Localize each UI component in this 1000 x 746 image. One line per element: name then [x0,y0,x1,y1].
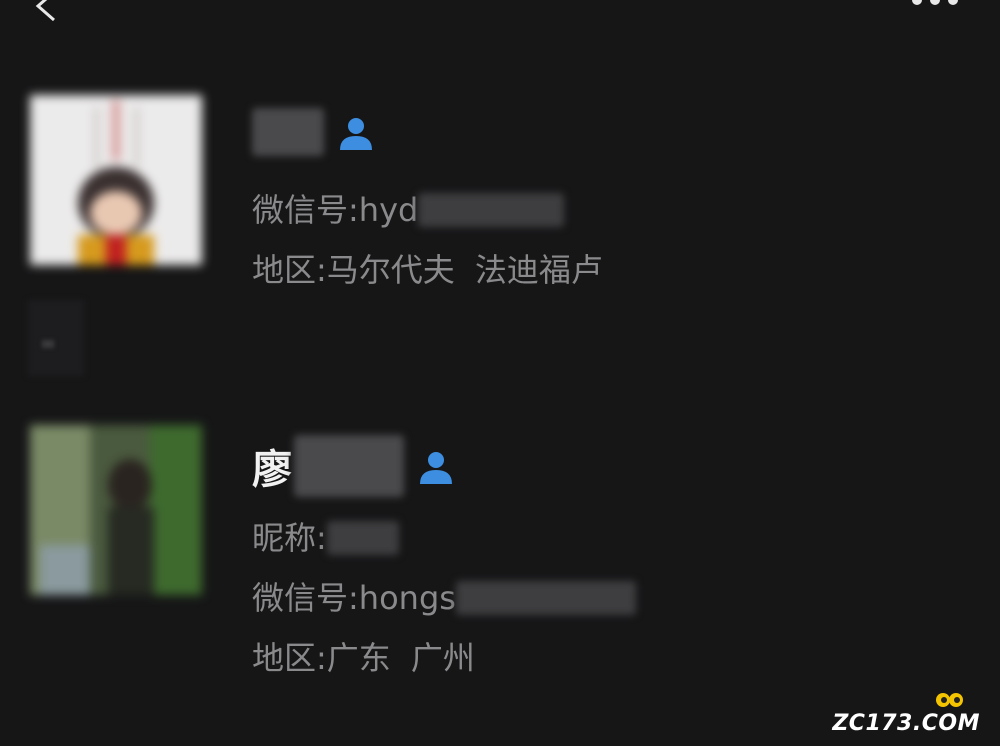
blurred-dot [42,340,54,348]
wechat-id-label: 微信号: [252,191,359,229]
region-city: 广州 [410,639,475,677]
contact-1-avatar[interactable] [30,95,202,265]
contact-person-icon [340,118,372,150]
region-country: 广东 [326,639,391,677]
contact-2-info: 廖 昵称: 微信号: hongs 地区: 广东 广州 [252,435,636,688]
watermark-logo: ZC173 .C O M [832,693,980,736]
nickname-redacted [326,521,399,555]
contact-2-name-line: 廖 [252,435,636,497]
more-dots-icon[interactable] [910,0,960,8]
contact-2-name: 廖 [252,447,292,493]
watermark-text-main: ZC173 [832,711,913,736]
watermark-o: O [936,693,964,736]
wechat-id-label: 微信号: [252,579,359,617]
wechat-id-redacted [418,193,565,227]
contact-2-region-row: 地区: 广东 广州 [252,628,636,688]
contact-1-wechat-row: 微信号: hyd [252,180,603,240]
watermark-text-m: M [957,711,980,736]
contact-1-name-line [252,102,603,162]
contact-1-name-redacted [252,108,324,156]
region-city: 法迪福卢 [474,251,603,289]
wechat-id-value: hongs [358,579,456,617]
contact-person-icon [420,452,452,484]
region-country: 马尔代夫 [326,251,455,289]
blurred-background-element [28,300,84,376]
contact-1-info: 微信号: hyd 地区: 马尔代夫 法迪福卢 [252,102,603,300]
contact-1-region-row: 地区: 马尔代夫 法迪福卢 [252,240,603,300]
region-label: 地区: [252,639,327,677]
contact-2-avatar[interactable] [30,425,202,595]
nickname-label: 昵称: [252,519,327,557]
wechat-id-redacted [455,581,636,615]
contact-2-nickname-row: 昵称: [252,508,636,568]
watermark-text-dot: .C [912,711,939,736]
back-chevron-icon[interactable] [28,0,64,22]
watermark-eyes-icon [936,693,964,707]
contact-2-name-redacted [294,435,404,497]
watermark-text-o: O [938,711,958,736]
contact-2-wechat-row: 微信号: hongs [252,568,636,628]
wechat-id-value: hyd [358,191,419,229]
region-label: 地区: [252,251,327,289]
